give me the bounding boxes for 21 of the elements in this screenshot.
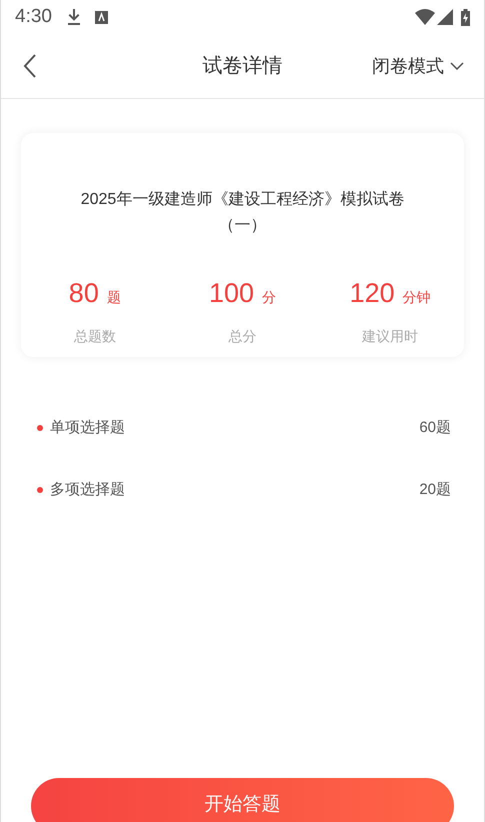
download-icon (66, 8, 81, 26)
paper-title: 2025年一级建造师《建设工程经济》模拟试卷（一） (80, 190, 406, 236)
stat-value: 120 分钟 (350, 277, 431, 310)
wifi-icon (415, 9, 435, 25)
back-icon (23, 54, 37, 78)
battery-icon (461, 8, 470, 26)
question-count: 20题 (419, 480, 451, 500)
section-name: 单项选择题 (50, 418, 125, 438)
stat-label: 建议用时 (362, 326, 418, 346)
stat-value: 80 题 (68, 277, 121, 310)
signal-icon (437, 9, 453, 25)
stat-value: 100 分 (208, 277, 276, 310)
section-name: 多项选择题 (50, 480, 125, 500)
stat-label: 总题数 (74, 326, 116, 346)
mode-dropdown[interactable]: 闭卷模式 (372, 52, 464, 80)
chevron-down-icon (450, 62, 464, 70)
stat-label: 总分 (228, 326, 256, 346)
question-count: 60题 (419, 418, 451, 438)
page-title: 试卷详情 (202, 54, 282, 79)
status-time: 4:30 (15, 4, 52, 29)
keyboard-icon (94, 10, 108, 24)
